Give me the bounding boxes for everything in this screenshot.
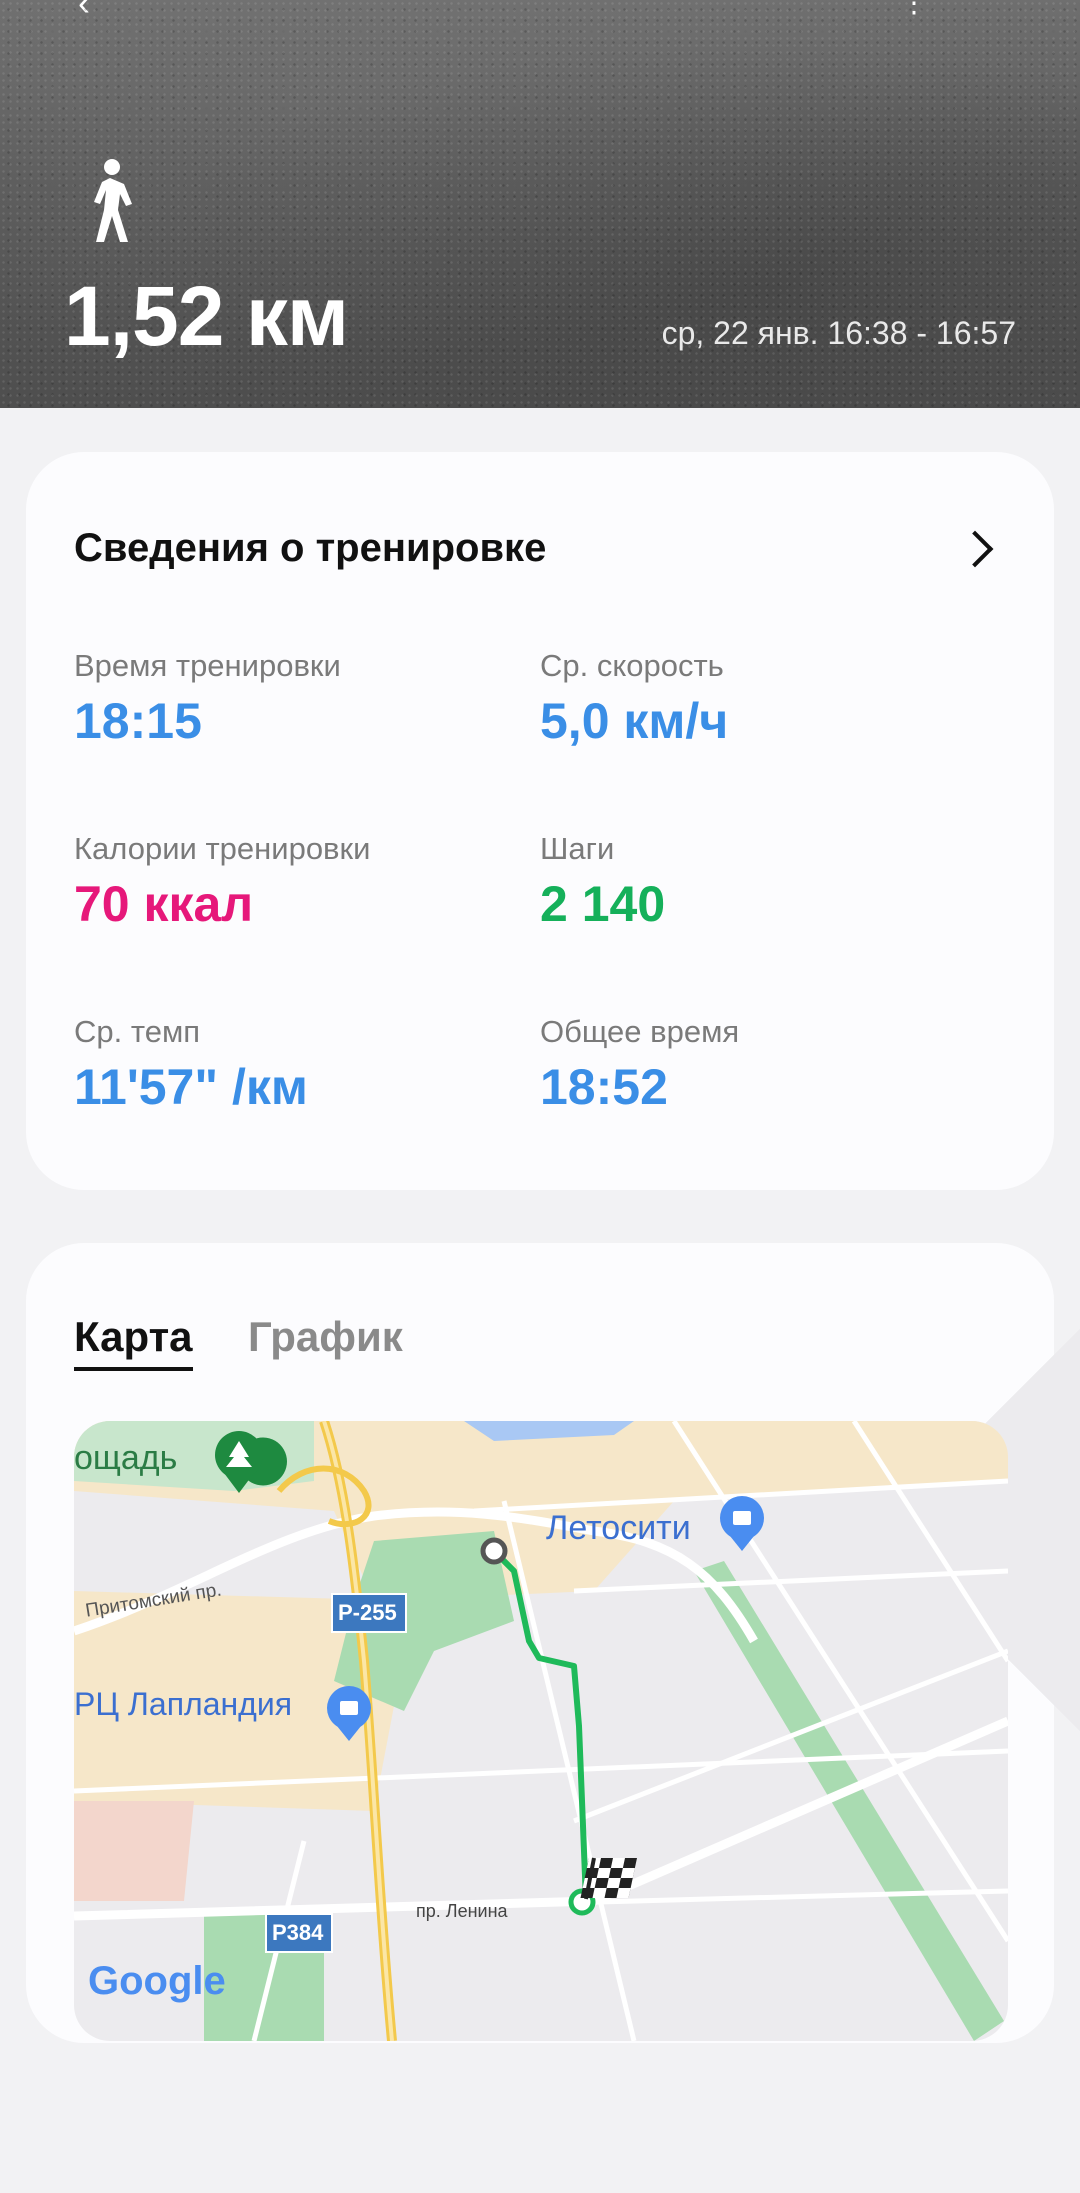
hero-header: ‹ ⋮ 1,52 км ср, 22 янв. 16:38 - 16:57 — [0, 0, 1080, 408]
walking-person-icon — [94, 159, 132, 242]
back-icon[interactable]: ‹ — [78, 0, 90, 24]
map-canvas — [74, 1421, 1008, 2041]
stat-label-avg-speed: Ср. скорость — [540, 648, 724, 683]
stat-value-steps: 2 140 — [540, 876, 666, 932]
distance-value: 1,52 км — [64, 269, 349, 363]
card-title: Сведения о тренировке — [74, 526, 547, 570]
stat-label-avg-pace: Ср. темп — [74, 1014, 201, 1049]
more-options-icon[interactable]: ⋮ — [900, 0, 1020, 18]
stat-label-workout-time: Время тренировки — [74, 648, 341, 683]
map-label-letocity: Летосити — [546, 1509, 691, 1547]
stat-value-avg-pace: 11'57" /км — [74, 1059, 308, 1115]
workout-details-card[interactable]: Сведения о тренировке Время тренировки 1… — [26, 452, 1054, 1190]
tab-map[interactable]: Карта — [74, 1313, 193, 1371]
chevron-right-icon[interactable] — [956, 530, 994, 568]
map-label-laplandia: РЦ Лапландия — [74, 1686, 293, 1722]
stat-value-workout-time: 18:15 — [74, 693, 202, 749]
stat-value-calories: 70 ккал — [74, 876, 254, 932]
route-map[interactable]: ощадь Летосити Притомский пр. Р-255 РЦ Л… — [74, 1421, 1008, 2041]
stat-label-calories: Калории тренировки — [74, 831, 371, 866]
tab-chart[interactable]: График — [248, 1313, 403, 1361]
stat-label-steps: Шаги — [540, 831, 615, 866]
stat-value-total-time: 18:52 — [540, 1059, 668, 1115]
map-label-square: ощадь — [74, 1439, 178, 1477]
stat-value-avg-speed: 5,0 км/ч — [540, 693, 729, 749]
workout-date-range: ср, 22 янв. 16:38 - 16:57 — [661, 315, 1016, 351]
map-chart-card: Карта График ощадь Летосити Притомский п… — [26, 1088, 1080, 2193]
stat-label-total-time: Общее время — [540, 1014, 740, 1049]
road-shield-r384: Р384 — [272, 1920, 324, 1945]
road-shield-r255: Р-255 — [338, 1600, 397, 1625]
map-label-lenina: пр. Ленина — [416, 1901, 508, 1921]
google-logo: Google — [88, 1959, 226, 2003]
